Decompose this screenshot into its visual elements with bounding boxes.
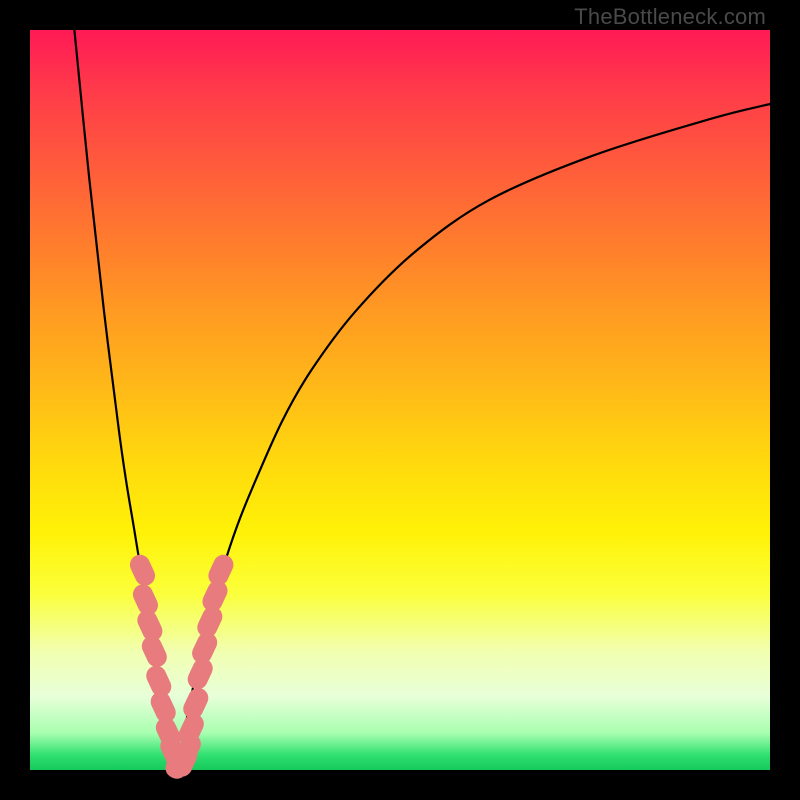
curve-layer bbox=[30, 30, 770, 770]
marker-dot bbox=[161, 702, 166, 713]
marker-dot bbox=[193, 698, 198, 709]
marker-dot bbox=[186, 744, 191, 755]
marker-dot bbox=[147, 620, 152, 631]
scatter-cluster bbox=[140, 565, 224, 769]
chart-frame: TheBottleneck.com bbox=[0, 0, 800, 800]
marker-dot bbox=[140, 565, 145, 576]
marker-dot bbox=[198, 668, 203, 679]
marker-dot bbox=[212, 591, 217, 602]
marker-dot bbox=[202, 642, 207, 653]
marker-dot bbox=[218, 565, 223, 576]
marker-dot bbox=[207, 617, 212, 628]
right-branch-curve bbox=[178, 104, 770, 766]
marker-dot bbox=[152, 646, 157, 657]
marker-dot bbox=[143, 594, 148, 605]
plot-area bbox=[30, 30, 770, 770]
watermark-text: TheBottleneck.com bbox=[574, 4, 766, 30]
marker-dot bbox=[189, 724, 194, 735]
marker-dot bbox=[156, 676, 161, 687]
